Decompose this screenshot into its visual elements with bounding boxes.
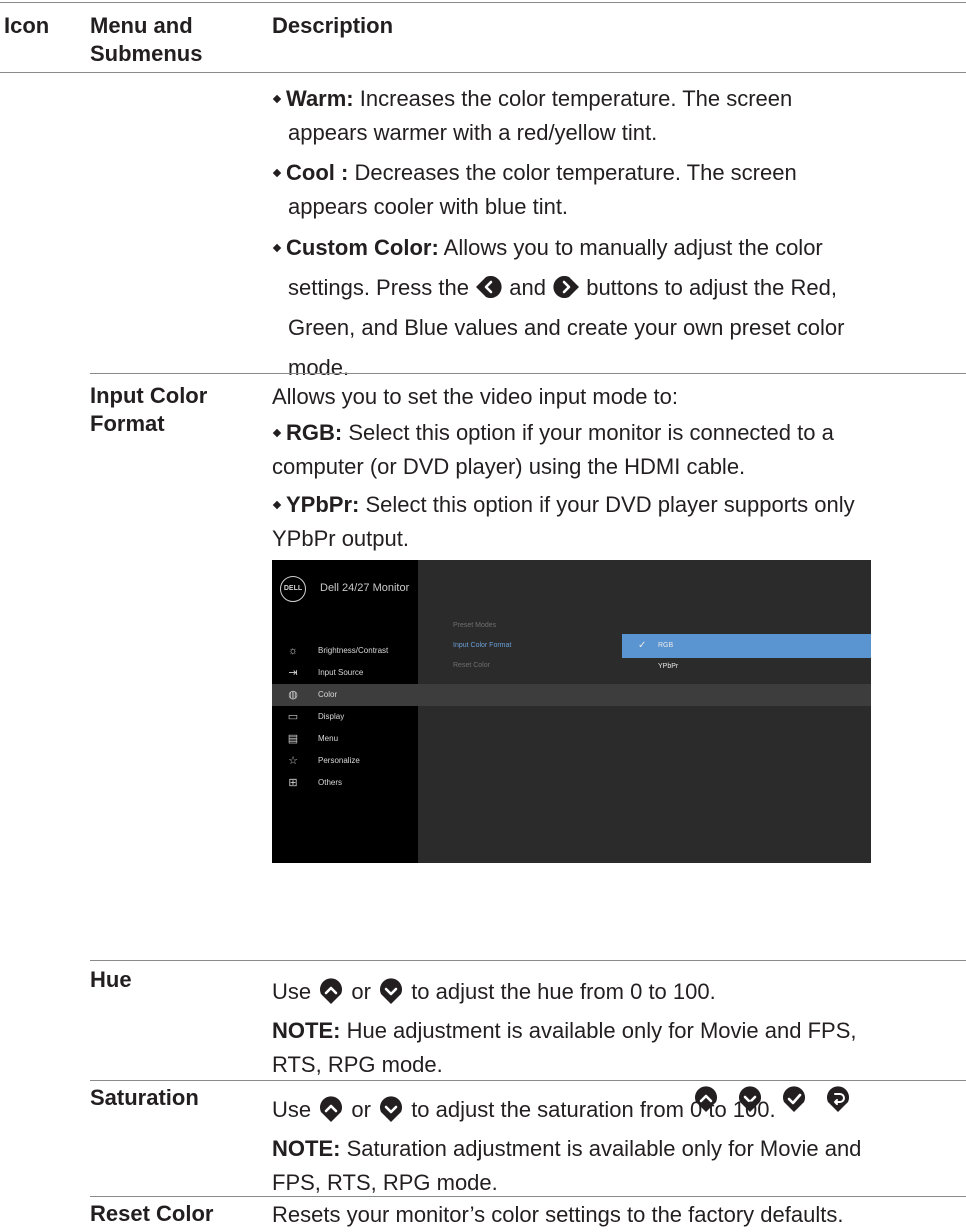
up-button-icon <box>317 977 345 1005</box>
menu-icon: ▤ <box>287 733 299 745</box>
header-description: Description <box>272 13 394 38</box>
bullet-icon <box>272 428 282 437</box>
others-icon: ⊞ <box>288 777 298 789</box>
saturation-note-line1: Saturation adjustment is available only … <box>346 1136 862 1161</box>
input-color-format-label-line1: Input Color <box>90 383 208 408</box>
saturation-paragraph: Use or to adjust the saturation from 0 t… <box>272 1092 962 1128</box>
saturation-note-label: NOTE: <box>272 1136 341 1161</box>
bullet-icon <box>272 168 282 177</box>
hue-note-line2: RTS, RPG mode. <box>272 1052 443 1077</box>
down-button-icon <box>377 1095 405 1123</box>
row-divider <box>90 960 966 961</box>
rgb-line2: computer (or DVD player) using the HDMI … <box>272 454 746 479</box>
reset-color-description: Resets your monitor’s color settings to … <box>272 1202 844 1227</box>
input-color-format-intro: Allows you to set the video input mode t… <box>272 384 679 409</box>
osd-item-label: Input Source <box>318 668 364 677</box>
rgb-term: RGB: <box>286 420 343 445</box>
warm-line2: appears warmer with a red/yellow tint. <box>288 120 658 145</box>
osd-item-others: ⊞ Others <box>272 772 418 794</box>
input-color-format-label-line2: Format <box>90 411 165 436</box>
rgb-line1: Select this option if your monitor is co… <box>348 420 834 445</box>
table-top-border <box>0 2 966 3</box>
cool-line2: appears cooler with blue tint. <box>288 194 569 219</box>
osd-item-label: Display <box>318 712 345 721</box>
osd-sub-preset-modes: Preset Modes <box>453 622 497 629</box>
saturation-rest: to adjust the saturation from 0 to 100. <box>411 1097 776 1122</box>
saturation-note: NOTE: Saturation adjustment is available… <box>272 1132 962 1200</box>
display-icon: ▭ <box>287 711 299 723</box>
osd-sub-input-color-format: Input Color Format <box>453 642 512 649</box>
cool-term: Cool : <box>286 160 349 185</box>
ypbpr-line1: Select this option if your DVD player su… <box>365 492 855 517</box>
custom-color-line3: Green, and Blue values and create your o… <box>288 315 845 340</box>
custom-color-line4: mode. <box>288 355 350 380</box>
row-divider <box>90 1080 966 1081</box>
saturation-label: Saturation <box>90 1085 199 1110</box>
custom-color-line2a: settings. Press the <box>288 275 469 300</box>
osd-title: Dell 24/27 Monitor <box>320 582 410 594</box>
osd-screenshot: DELL Dell 24/27 Monitor ☼ Brightness/Con… <box>272 560 871 863</box>
hue-rest: to adjust the hue from 0 to 100. <box>411 979 716 1004</box>
hue-note-line1: Hue adjustment is available only for Mov… <box>346 1018 857 1043</box>
color-palette-icon: ◍ <box>288 689 298 701</box>
saturation-note-line2: FPS, RTS, RPG mode. <box>272 1170 498 1195</box>
row-divider <box>90 1196 966 1197</box>
osd-sub-reset-color: Reset Color <box>453 662 490 669</box>
right-button-icon <box>552 273 580 301</box>
osd-item-input-source: ⇥ Input Source <box>272 662 418 684</box>
osd-item-menu: ▤ Menu <box>272 728 418 750</box>
osd-item-label: Brightness/Contrast <box>318 646 389 655</box>
hue-label: Hue <box>90 967 132 992</box>
dell-logo: DELL <box>280 576 306 602</box>
check-icon: ✓ <box>638 640 647 651</box>
cool-line1: Decreases the color temperature. The scr… <box>354 160 797 185</box>
input-source-icon: ⇥ <box>288 667 298 679</box>
reset-color-label: Reset Color <box>90 1201 214 1226</box>
header-icon: Icon <box>4 13 50 38</box>
hue-note-label: NOTE: <box>272 1018 341 1043</box>
ypbpr-line2: YPbPr output. <box>272 526 409 551</box>
custom-color-term: Custom Color: <box>286 235 439 260</box>
saturation-or: or <box>351 1097 371 1122</box>
osd-item-label: Menu <box>318 734 339 743</box>
osd-item-label: Personalize <box>318 756 360 765</box>
header-bottom-border <box>0 72 966 73</box>
cool-paragraph: Cool : Decreases the color temperature. … <box>272 156 962 224</box>
star-icon: ☆ <box>288 755 298 767</box>
left-button-icon <box>475 273 503 301</box>
custom-color-and: and <box>509 275 546 300</box>
osd-item-label: Others <box>318 778 343 787</box>
row-divider <box>90 373 966 374</box>
osd-item-brightness: ☼ Brightness/Contrast <box>272 640 418 662</box>
osd-item-color: ◍ Color <box>272 684 871 706</box>
ypbpr-paragraph: YPbPr: Select this option if your DVD pl… <box>272 488 962 556</box>
bullet-icon <box>272 243 282 252</box>
osd-item-display: ▭ Display <box>272 706 418 728</box>
ypbpr-term: YPbPr: <box>286 492 360 517</box>
osd-option-ypbpr: YPbPr <box>658 663 679 670</box>
custom-color-line2c: buttons to adjust the Red, <box>586 275 837 300</box>
warm-term: Warm: <box>286 86 354 111</box>
hue-paragraph: Use or to adjust the hue from 0 to 100. <box>272 974 962 1010</box>
bullet-icon <box>272 94 282 103</box>
osd-option-rgb: RGB <box>658 642 674 649</box>
custom-color-line1: Allows you to manually adjust the color <box>443 235 823 260</box>
hue-or: or <box>351 979 371 1004</box>
up-button-icon <box>317 1095 345 1123</box>
bullet-icon <box>272 500 282 509</box>
warm-paragraph: Warm: Increases the color temperature. T… <box>272 82 962 150</box>
hue-note: NOTE: Hue adjustment is available only f… <box>272 1014 962 1082</box>
header-menu-line2: Submenus <box>90 41 203 66</box>
custom-color-paragraph: Custom Color: Allows you to manually adj… <box>272 228 962 388</box>
saturation-use: Use <box>272 1097 312 1122</box>
hue-use: Use <box>272 979 312 1004</box>
rgb-paragraph: RGB: Select this option if your monitor … <box>272 416 962 484</box>
osd-item-personalize: ☆ Personalize <box>272 750 418 772</box>
header-menu-line1: Menu and <box>90 13 193 38</box>
brightness-icon: ☼ <box>287 645 299 657</box>
down-button-icon <box>377 977 405 1005</box>
osd-item-label: Color <box>318 690 338 699</box>
warm-line1: Increases the color temperature. The scr… <box>359 86 793 111</box>
